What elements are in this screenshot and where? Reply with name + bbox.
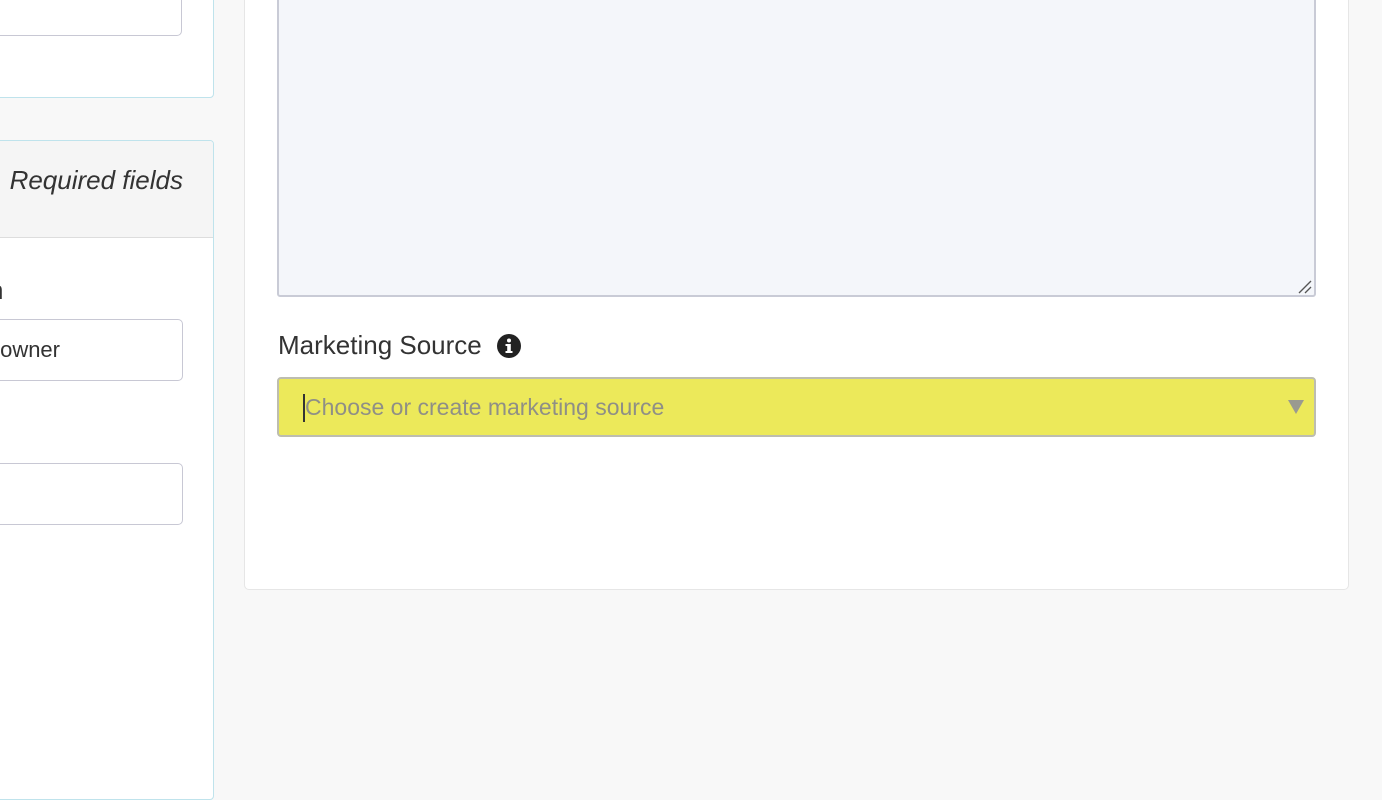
left-second-input[interactable] bbox=[0, 463, 183, 525]
marketing-source-select[interactable]: Choose or create marketing source bbox=[277, 377, 1316, 437]
left-field-input[interactable]: owner bbox=[0, 319, 183, 381]
resize-grip-icon[interactable] bbox=[1296, 278, 1312, 294]
notes-textarea[interactable] bbox=[277, 0, 1316, 297]
marketing-source-label-row: Marketing Source bbox=[278, 330, 522, 361]
left-field-value: owner bbox=[0, 337, 60, 362]
info-circle-icon[interactable] bbox=[496, 333, 522, 359]
left-field-label: n bbox=[0, 275, 3, 306]
left-card-header: Required fields bbox=[0, 141, 213, 238]
required-fields-note: Required fields bbox=[9, 165, 183, 195]
left-top-input[interactable] bbox=[0, 0, 182, 36]
marketing-source-placeholder: Choose or create marketing source bbox=[305, 394, 665, 420]
dropdown-arrow-icon[interactable] bbox=[1288, 400, 1304, 414]
marketing-source-label: Marketing Source bbox=[278, 330, 482, 360]
left-form-card: Required fields n owner bbox=[0, 140, 214, 800]
